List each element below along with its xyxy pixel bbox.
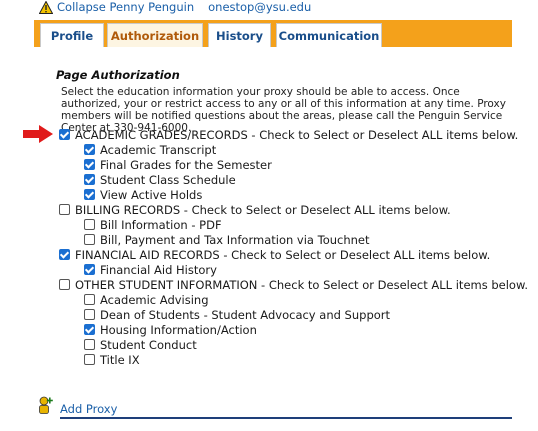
item-row[interactable]: Academic Transcript: [84, 142, 216, 157]
group-checkbox[interactable]: [59, 204, 70, 215]
item-row[interactable]: Student Class Schedule: [84, 172, 236, 187]
item-checkbox[interactable]: [84, 219, 95, 230]
item-checkbox[interactable]: [84, 174, 95, 185]
item-label: View Active Holds: [100, 187, 203, 202]
item-label: Student Class Schedule: [100, 172, 236, 187]
item-row[interactable]: View Active Holds: [84, 187, 202, 202]
group-label: OTHER STUDENT INFORMATION - Check to Sel…: [75, 277, 528, 292]
item-checkbox[interactable]: [84, 234, 95, 245]
group-row[interactable]: OTHER STUDENT INFORMATION - Check to Sel…: [59, 277, 528, 292]
tab-authorization[interactable]: Authorization: [107, 23, 203, 47]
item-row[interactable]: Title IX: [84, 352, 140, 367]
group-row[interactable]: ACADEMIC GRADES/RECORDS - Check to Selec…: [59, 127, 518, 142]
item-row[interactable]: Bill, Payment and Tax Information via To…: [84, 232, 370, 247]
group-checkbox[interactable]: [59, 279, 70, 290]
item-label: Bill, Payment and Tax Information via To…: [100, 232, 370, 247]
item-row[interactable]: Housing Information/Action: [84, 322, 257, 337]
item-row[interactable]: Academic Advising: [84, 292, 209, 307]
tab-profile[interactable]: Profile: [40, 23, 104, 47]
group-label: BILLING RECORDS - Check to Select or Des…: [75, 202, 451, 217]
item-row[interactable]: Dean of Students - Student Advocacy and …: [84, 307, 390, 322]
item-label: Student Conduct: [100, 337, 197, 352]
item-label: Financial Aid History: [100, 262, 217, 277]
item-checkbox[interactable]: [84, 189, 95, 200]
item-row[interactable]: Bill Information - PDF: [84, 217, 222, 232]
group-row[interactable]: BILLING RECORDS - Check to Select or Des…: [59, 202, 451, 217]
group-checkbox[interactable]: [59, 249, 70, 260]
add-proxy-link[interactable]: Add Proxy: [60, 402, 117, 416]
item-checkbox[interactable]: [84, 354, 95, 365]
item-checkbox[interactable]: [84, 324, 95, 335]
tab-history[interactable]: History: [208, 23, 271, 47]
item-label: Academic Advising: [100, 292, 209, 307]
item-row[interactable]: Final Grades for the Semester: [84, 157, 272, 172]
item-label: Academic Transcript: [100, 142, 217, 157]
item-checkbox[interactable]: [84, 294, 95, 305]
item-label: Bill Information - PDF: [100, 217, 222, 232]
collapse-label[interactable]: Collapse Penny Penguin: [57, 0, 194, 14]
item-checkbox[interactable]: [84, 339, 95, 350]
group-label: FINANCIAL AID RECORDS - Check to Select …: [75, 247, 491, 262]
divider: [60, 417, 512, 419]
pointer-arrow-icon: [23, 125, 53, 143]
email-link[interactable]: onestop@ysu.edu: [208, 0, 311, 14]
warning-icon: [39, 1, 53, 14]
page-title: Page Authorization: [56, 68, 180, 82]
item-checkbox[interactable]: [84, 264, 95, 275]
collapse-link[interactable]: Collapse Penny Penguin onestop@ysu.edu: [57, 0, 311, 14]
item-label: Title IX: [100, 352, 140, 367]
item-label: Dean of Students - Student Advocacy and …: [100, 307, 391, 322]
add-proxy-icon: [39, 396, 53, 414]
group-checkbox[interactable]: [59, 129, 70, 140]
group-label: ACADEMIC GRADES/RECORDS - Check to Selec…: [75, 127, 519, 142]
group-row[interactable]: FINANCIAL AID RECORDS - Check to Select …: [59, 247, 490, 262]
item-checkbox[interactable]: [84, 159, 95, 170]
item-row[interactable]: Student Conduct: [84, 337, 197, 352]
item-label: Final Grades for the Semester: [100, 157, 272, 172]
item-checkbox[interactable]: [84, 309, 95, 320]
tab-communication[interactable]: Communication: [276, 23, 382, 47]
item-label: Housing Information/Action: [100, 322, 257, 337]
item-row[interactable]: Financial Aid History: [84, 262, 217, 277]
tab-bar: Profile Authorization History Communicat…: [34, 20, 512, 47]
item-checkbox[interactable]: [84, 144, 95, 155]
